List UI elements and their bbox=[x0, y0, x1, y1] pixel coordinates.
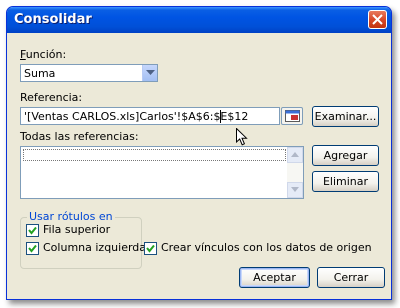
reference-input-value: '[Ventas CARLOS.xls]Carlos'!$A$6:$E$12 bbox=[24, 110, 249, 123]
add-button[interactable]: Agregar bbox=[312, 145, 379, 166]
left-column-label[interactable]: Columna izquierda bbox=[43, 241, 146, 254]
function-select[interactable]: Suma bbox=[20, 64, 158, 82]
all-references-list[interactable] bbox=[20, 146, 304, 199]
close-button[interactable]: Cerrar bbox=[317, 267, 385, 288]
chevron-up-icon bbox=[291, 152, 299, 157]
collapse-dialog-button[interactable] bbox=[281, 107, 303, 125]
checkmark-icon bbox=[28, 244, 37, 253]
all-references-label: Todas las referencias: bbox=[20, 130, 139, 143]
list-scrollbar[interactable] bbox=[287, 147, 303, 198]
function-label: Función: bbox=[20, 48, 67, 61]
range-selector-icon bbox=[285, 110, 300, 122]
function-select-value: Suma bbox=[24, 67, 56, 80]
top-row-label[interactable]: Fila superior bbox=[43, 223, 110, 236]
close-icon bbox=[372, 14, 383, 25]
top-row-checkbox[interactable] bbox=[26, 224, 39, 237]
create-links-label[interactable]: Crear vínculos con los datos de origen bbox=[161, 241, 372, 254]
browse-button[interactable]: Examinar... bbox=[312, 106, 379, 127]
dialog-title: Consolidar bbox=[14, 12, 92, 27]
close-window-button[interactable] bbox=[368, 10, 387, 29]
delete-button[interactable]: Eliminar bbox=[312, 171, 379, 192]
list-focus-row[interactable] bbox=[23, 149, 286, 161]
create-links-checkbox[interactable] bbox=[144, 242, 157, 255]
function-label-text: unción: bbox=[25, 48, 67, 61]
accept-button[interactable]: Aceptar bbox=[239, 267, 310, 288]
reference-label: Referencia: bbox=[20, 91, 82, 104]
checkmark-icon bbox=[28, 226, 37, 235]
reference-label-text: Referencia: bbox=[20, 91, 83, 104]
function-dropdown-button[interactable] bbox=[142, 65, 157, 81]
chevron-down-icon bbox=[291, 187, 299, 192]
text-caret bbox=[220, 110, 221, 123]
left-column-checkbox[interactable] bbox=[26, 242, 39, 255]
reference-input[interactable]: '[Ventas CARLOS.xls]Carlos'!$A$6:$E$12 bbox=[20, 107, 280, 125]
title-bar[interactable]: Consolidar bbox=[7, 7, 391, 33]
consolidate-dialog: Consolidar Función: Suma Referencia: '[V… bbox=[6, 6, 392, 300]
checkmark-icon bbox=[146, 244, 155, 253]
use-labels-title: Usar rótulos en bbox=[27, 210, 115, 223]
scroll-up-button[interactable] bbox=[287, 147, 303, 163]
scroll-down-button[interactable] bbox=[287, 182, 303, 198]
mouse-pointer-icon bbox=[236, 128, 248, 146]
chevron-down-icon bbox=[146, 70, 155, 75]
